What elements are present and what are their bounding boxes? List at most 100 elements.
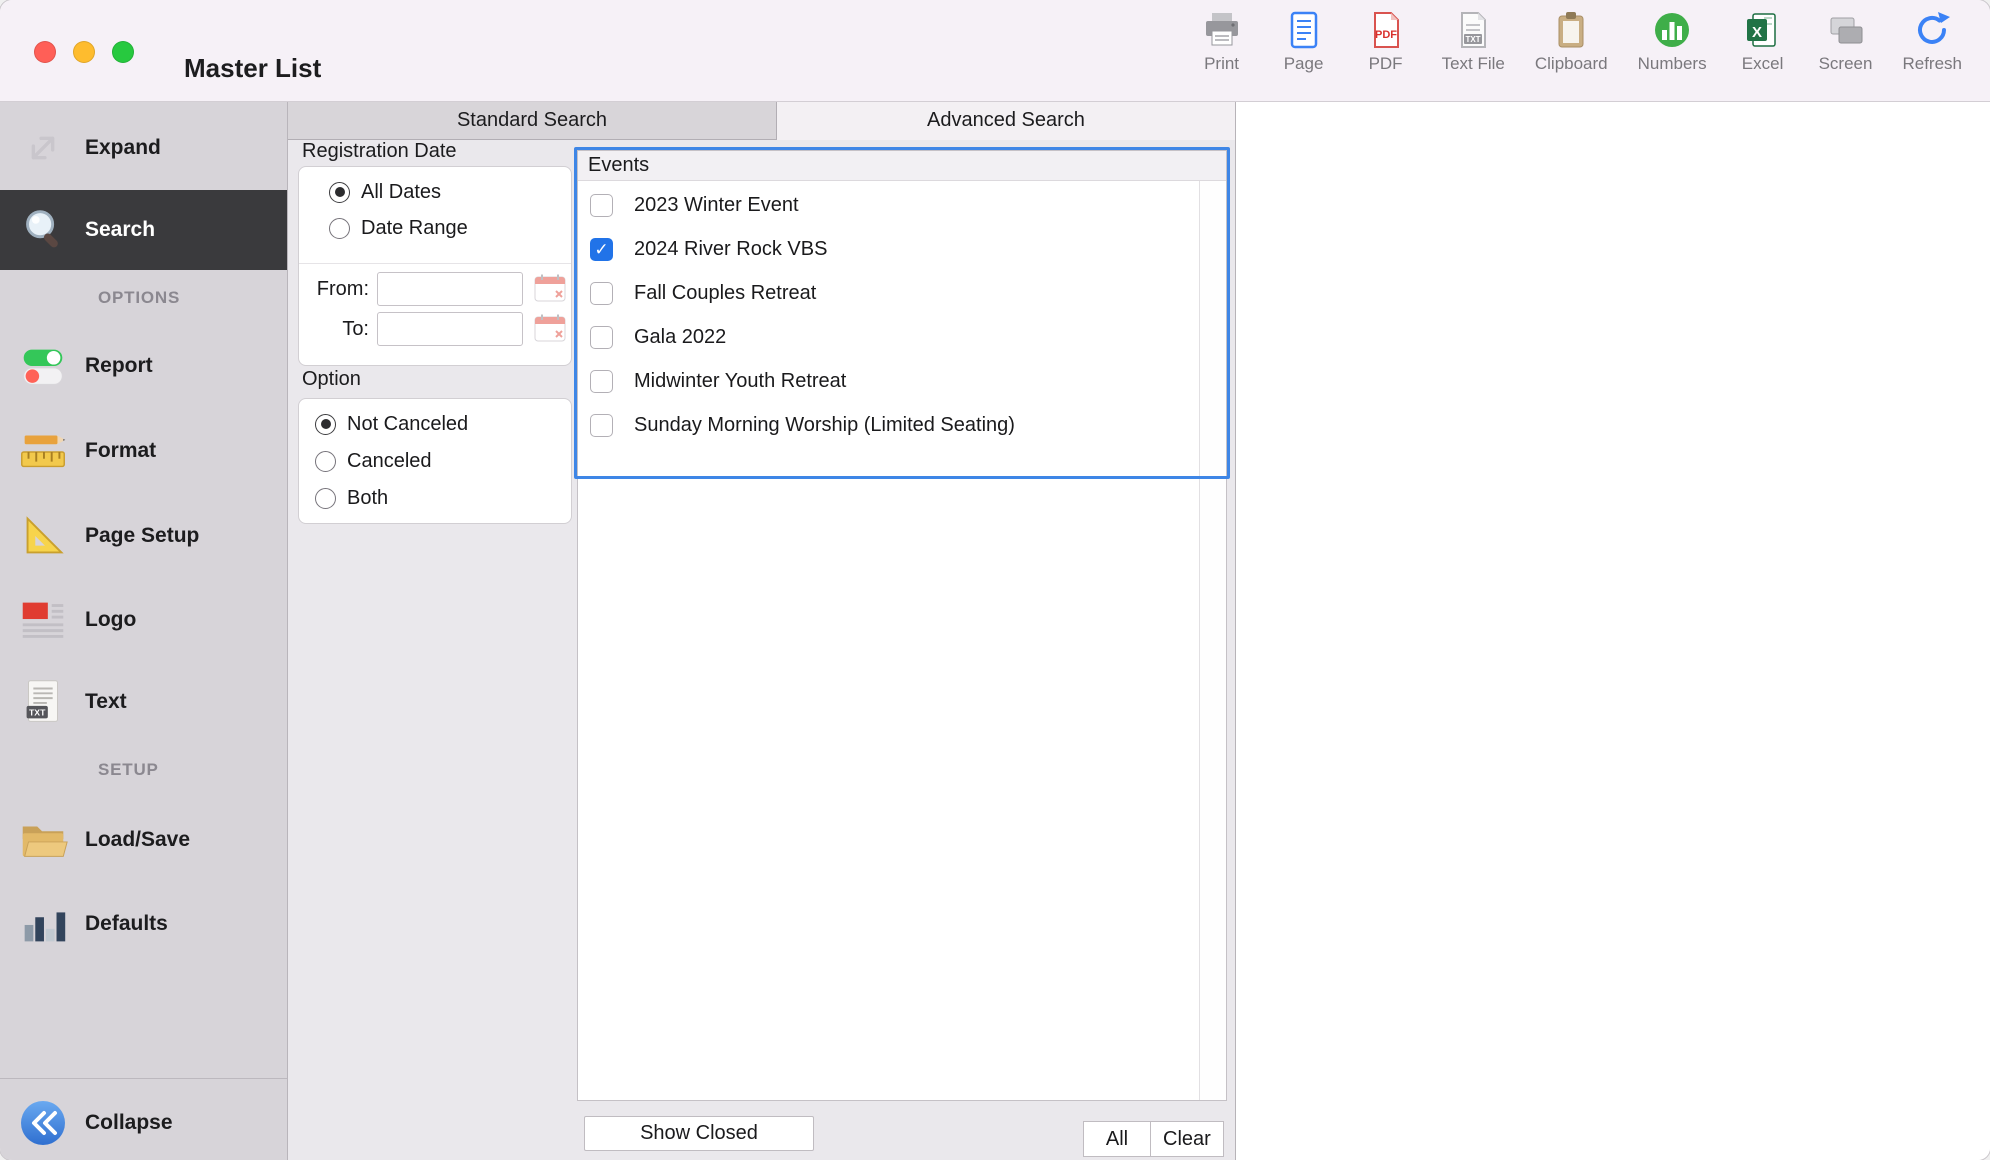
svg-text:PDF: PDF [1375,29,1397,41]
numbers-button[interactable]: Numbers [1638,7,1707,74]
event-label: Midwinter Youth Retreat [634,370,846,393]
calendar-icon [533,313,567,346]
toolbar: Print Page PDF PDF TXT Text File [1196,7,1962,74]
toolbar-label: Clipboard [1535,54,1608,74]
sidebar-item-text[interactable]: TXT Text [0,660,287,744]
sidebar-section-options: OPTIONS [98,278,180,318]
checkbox[interactable] [590,282,613,305]
print-button[interactable]: Print [1196,7,1248,74]
select-buttons: All Clear [1083,1121,1224,1157]
toolbar-label: Print [1204,54,1239,74]
sidebar: Expand Search OPTIONS Report Format [0,102,288,1160]
radio-not-canceled[interactable]: Not Canceled [315,407,468,441]
sidebar-item-label: Expand [85,136,161,160]
toolbar-label: Numbers [1638,54,1707,74]
minimize-button[interactable] [73,41,95,63]
text-file-icon: TXT [1450,7,1496,53]
sidebar-item-page-setup[interactable]: Page Setup [0,494,287,578]
screen-button[interactable]: Screen [1819,7,1873,74]
event-label: 2024 River Rock VBS [634,238,827,261]
to-date-input[interactable] [377,312,523,346]
clear-button[interactable]: Clear [1150,1122,1223,1156]
logo-placeholder-icon [14,591,72,649]
select-all-button[interactable]: All [1084,1122,1150,1156]
clipboard-button[interactable]: Clipboard [1535,7,1608,74]
radio-label: Canceled [347,450,432,473]
sidebar-item-search[interactable]: Search [0,190,287,270]
radio-label: All Dates [361,181,441,204]
numbers-icon [1649,7,1695,53]
event-label: 2023 Winter Event [634,194,799,217]
radio-indicator [315,488,336,509]
toolbar-label: Text File [1442,54,1505,74]
radio-label: Not Canceled [347,413,468,436]
sidebar-item-label: Search [85,218,155,242]
results-area [1235,102,1990,1160]
checkbox[interactable] [590,370,613,393]
sidebar-item-logo[interactable]: Logo [0,578,287,662]
svg-text:X: X [1752,24,1762,41]
ruler-pencil-icon [14,422,72,480]
text-file-button[interactable]: TXT Text File [1442,7,1505,74]
close-button[interactable] [34,41,56,63]
events-scrollbar[interactable] [1199,181,1226,1100]
text-doc-icon: TXT [14,673,72,731]
sidebar-item-report[interactable]: Report [0,324,287,408]
printer-icon [1199,7,1245,53]
radio-canceled[interactable]: Canceled [315,444,432,478]
tab-standard-search[interactable]: Standard Search [288,102,777,140]
option-title: Option [302,368,361,391]
tab-advanced-search[interactable]: Advanced Search [777,102,1235,140]
from-label: From: [307,278,369,301]
registration-date-group: All Dates Date Range From: To: [298,166,572,366]
screen-icon [1823,7,1869,53]
checkbox[interactable] [590,194,613,217]
bar-chart-icon [14,895,72,953]
from-date-input[interactable] [377,272,523,306]
sidebar-divider [0,1078,287,1079]
radio-date-range[interactable]: Date Range [329,211,468,245]
option-group: Not Canceled Canceled Both [298,398,572,524]
radio-both[interactable]: Both [315,481,388,515]
svg-text:TXT: TXT [29,708,46,718]
from-calendar-button[interactable] [531,273,569,305]
sidebar-item-collapse[interactable]: Collapse [0,1090,287,1156]
event-row-midwinter-youth-retreat[interactable]: Midwinter Youth Retreat [578,359,1198,403]
event-row-2024-river-rock-vbs[interactable]: 2024 River Rock VBS [578,227,1198,271]
search-panel: Standard Search Advanced Search Registra… [288,102,1235,1160]
to-calendar-button[interactable] [531,313,569,345]
event-row-gala-2022[interactable]: Gala 2022 [578,315,1198,359]
events-list: Events 2023 Winter Event 2024 River Rock… [577,150,1227,1101]
sidebar-item-format[interactable]: Format [0,409,287,493]
show-closed-button[interactable]: Show Closed [584,1116,814,1151]
folder-icon [14,811,72,869]
event-row-sunday-morning-worship[interactable]: Sunday Morning Worship (Limited Seating) [578,403,1198,447]
toolbar-label: Refresh [1902,54,1962,74]
sidebar-item-load-save[interactable]: Load/Save [0,798,287,882]
toolbar-label: Excel [1742,54,1784,74]
checkbox[interactable] [590,414,613,437]
sidebar-item-label: Page Setup [85,524,199,548]
pdf-button[interactable]: PDF PDF [1360,7,1412,74]
sidebar-item-label: Text [85,690,127,714]
zoom-button[interactable] [112,41,134,63]
toggles-icon [14,337,72,395]
sidebar-item-label: Report [85,354,153,378]
sidebar-item-expand[interactable]: Expand [0,108,287,188]
excel-icon: X [1740,7,1786,53]
sidebar-item-defaults[interactable]: Defaults [0,882,287,966]
sidebar-item-label: Logo [85,608,136,632]
refresh-button[interactable]: Refresh [1902,7,1962,74]
excel-button[interactable]: X Excel [1737,7,1789,74]
to-label: To: [307,318,369,341]
calendar-icon [533,273,567,306]
event-row-2023-winter-event[interactable]: 2023 Winter Event [578,183,1198,227]
radio-all-dates[interactable]: All Dates [329,175,441,209]
search-tabs: Standard Search Advanced Search [288,102,1235,140]
event-row-fall-couples-retreat[interactable]: Fall Couples Retreat [578,271,1198,315]
sidebar-section-setup: SETUP [98,750,159,790]
checkbox[interactable] [590,326,613,349]
set-square-icon [14,507,72,565]
checkbox[interactable] [590,238,613,261]
page-button[interactable]: Page [1278,7,1330,74]
